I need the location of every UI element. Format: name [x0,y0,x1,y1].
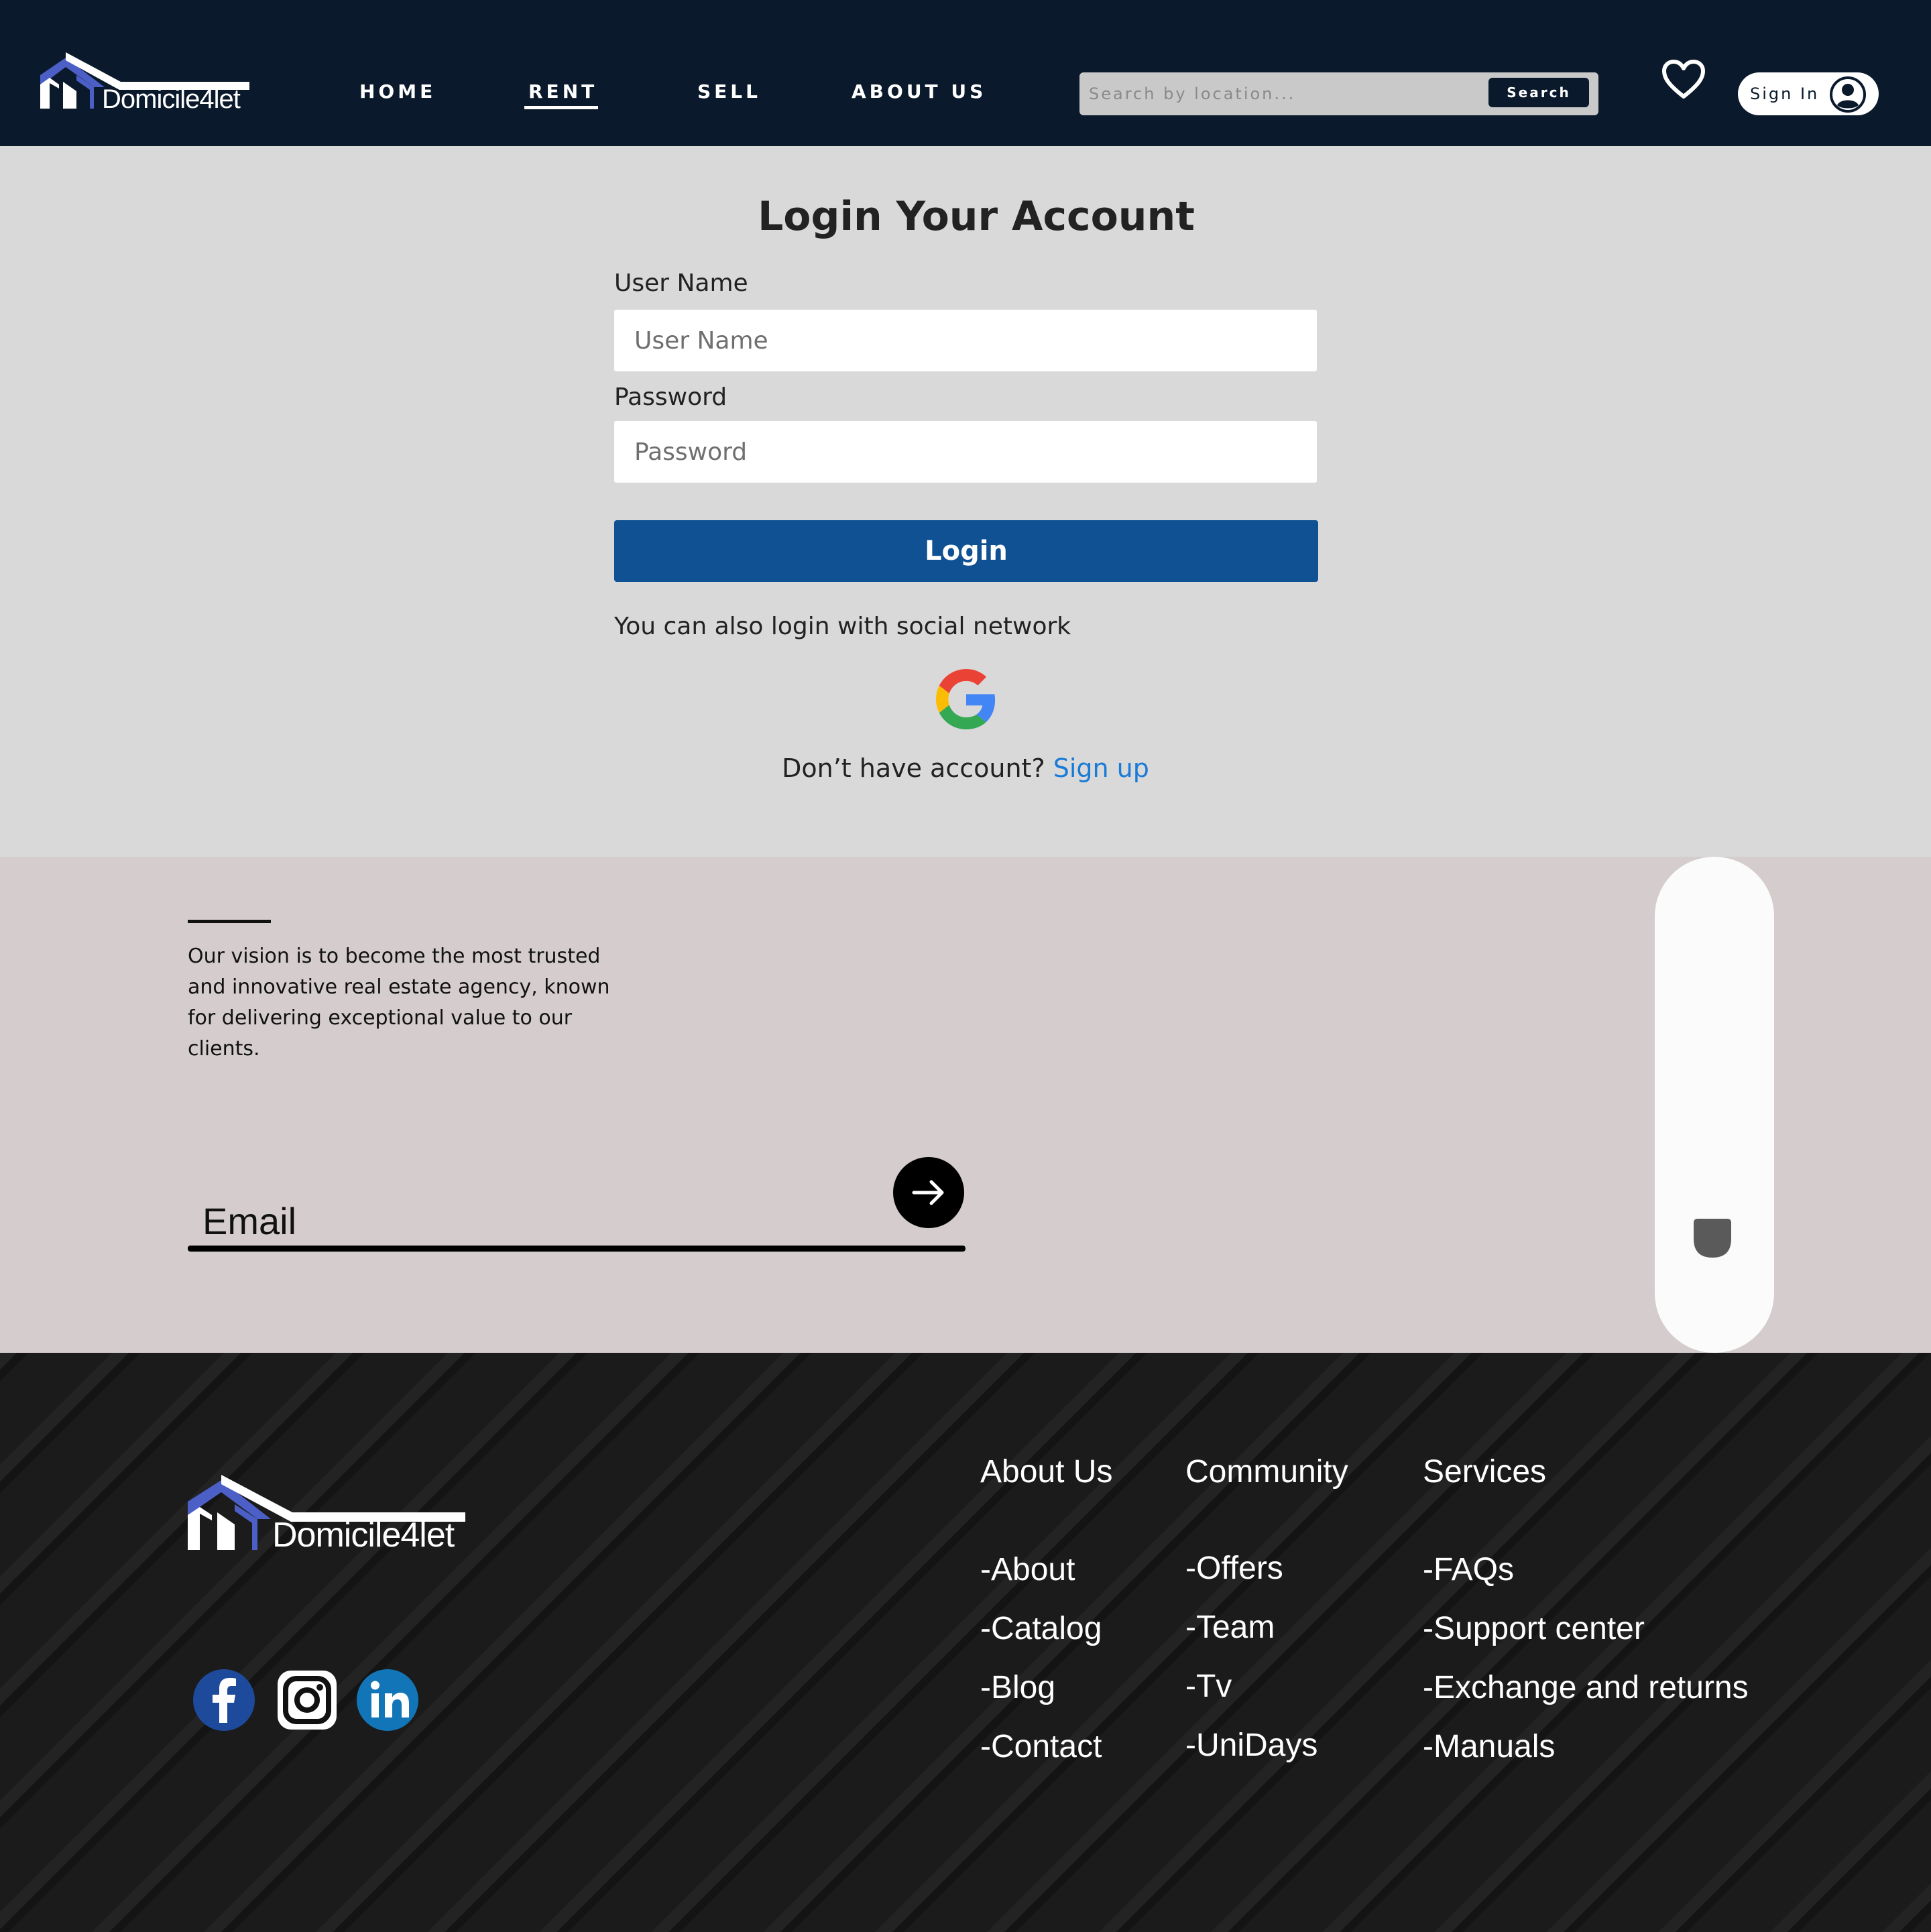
footer-link-support-center[interactable]: -Support center [1423,1610,1645,1647]
footer-heading-community: Community [1185,1454,1348,1490]
email-subscribe-form [188,1157,966,1252]
sign-in-button[interactable]: Sign In [1738,72,1879,115]
email-underline [188,1246,966,1252]
site-footer: Domicile4let About Us -About -Catalog -B… [0,1353,1931,1932]
sign-in-label: Sign In [1750,84,1820,103]
footer-logo-text: Domicile4let [272,1516,455,1555]
email-field[interactable] [202,1197,806,1244]
nav-about-us[interactable]: ABOUT US [852,80,986,103]
page-title: Login Your Account [758,193,1195,240]
footer-link-about[interactable]: -About [980,1551,1075,1588]
login-button[interactable]: Login [614,520,1318,582]
footer-link-contact[interactable]: -Contact [980,1728,1102,1765]
active-nav-underline [524,106,598,109]
heart-icon[interactable] [1661,59,1706,99]
linkedin-icon[interactable] [355,1668,420,1732]
vision-text: Our vision is to become the most trusted… [188,945,610,1061]
nav-rent[interactable]: RENT [528,80,597,103]
username-field[interactable] [614,310,1317,371]
footer-link-manuals[interactable]: -Manuals [1423,1728,1555,1765]
logo-text: Domicile4let [102,84,241,114]
signup-link[interactable]: Sign up [1053,753,1149,783]
site-logo[interactable]: Domicile4let [40,52,255,119]
footer-heading-about-us: About Us [980,1454,1113,1490]
footer-heading-services: Services [1423,1454,1547,1490]
user-circle-icon [1830,76,1866,113]
footer-link-offers[interactable]: -Offers [1185,1550,1283,1587]
signup-prompt: Don’t have account? Sign up [0,753,1931,783]
footer-logo[interactable]: Domicile4let [188,1475,483,1562]
arrow-right-icon [912,1180,944,1205]
scrollbar-track[interactable] [1655,857,1774,1353]
nav-sell[interactable]: SELL [697,80,761,103]
footer-link-blog[interactable]: -Blog [980,1669,1055,1706]
login-section: Login Your Account User Name Password Lo… [0,146,1931,857]
footer-link-faqs[interactable]: -FAQs [1423,1551,1514,1588]
password-label: Password [614,383,727,411]
email-submit-button[interactable] [893,1157,964,1228]
username-label: User Name [614,269,748,297]
top-header: Domicile4let HOME RENT SELL ABOUT US Sea… [0,0,1931,146]
google-icon[interactable] [936,669,996,729]
footer-link-tv[interactable]: -Tv [1185,1668,1232,1705]
footer-link-team[interactable]: -Team [1185,1609,1275,1646]
search-bar: Search [1079,72,1598,115]
footer-link-unidays[interactable]: -UniDays [1185,1727,1318,1764]
footer-link-exchange-returns[interactable]: -Exchange and returns [1423,1669,1749,1706]
no-account-text: Don’t have account? [782,753,1045,783]
instagram-icon[interactable] [275,1668,339,1732]
facebook-icon[interactable] [192,1668,256,1732]
nav-home[interactable]: HOME [359,80,436,103]
search-button[interactable]: Search [1488,78,1589,107]
search-input[interactable] [1089,82,1464,106]
password-field[interactable] [614,421,1317,483]
footer-link-catalog[interactable]: -Catalog [980,1610,1102,1647]
newsletter-section: Our vision is to become the most trusted… [0,857,1931,1353]
section-divider [188,920,271,923]
scrollbar-thumb[interactable] [1694,1219,1731,1258]
social-login-text: You can also login with social network [614,613,1071,640]
